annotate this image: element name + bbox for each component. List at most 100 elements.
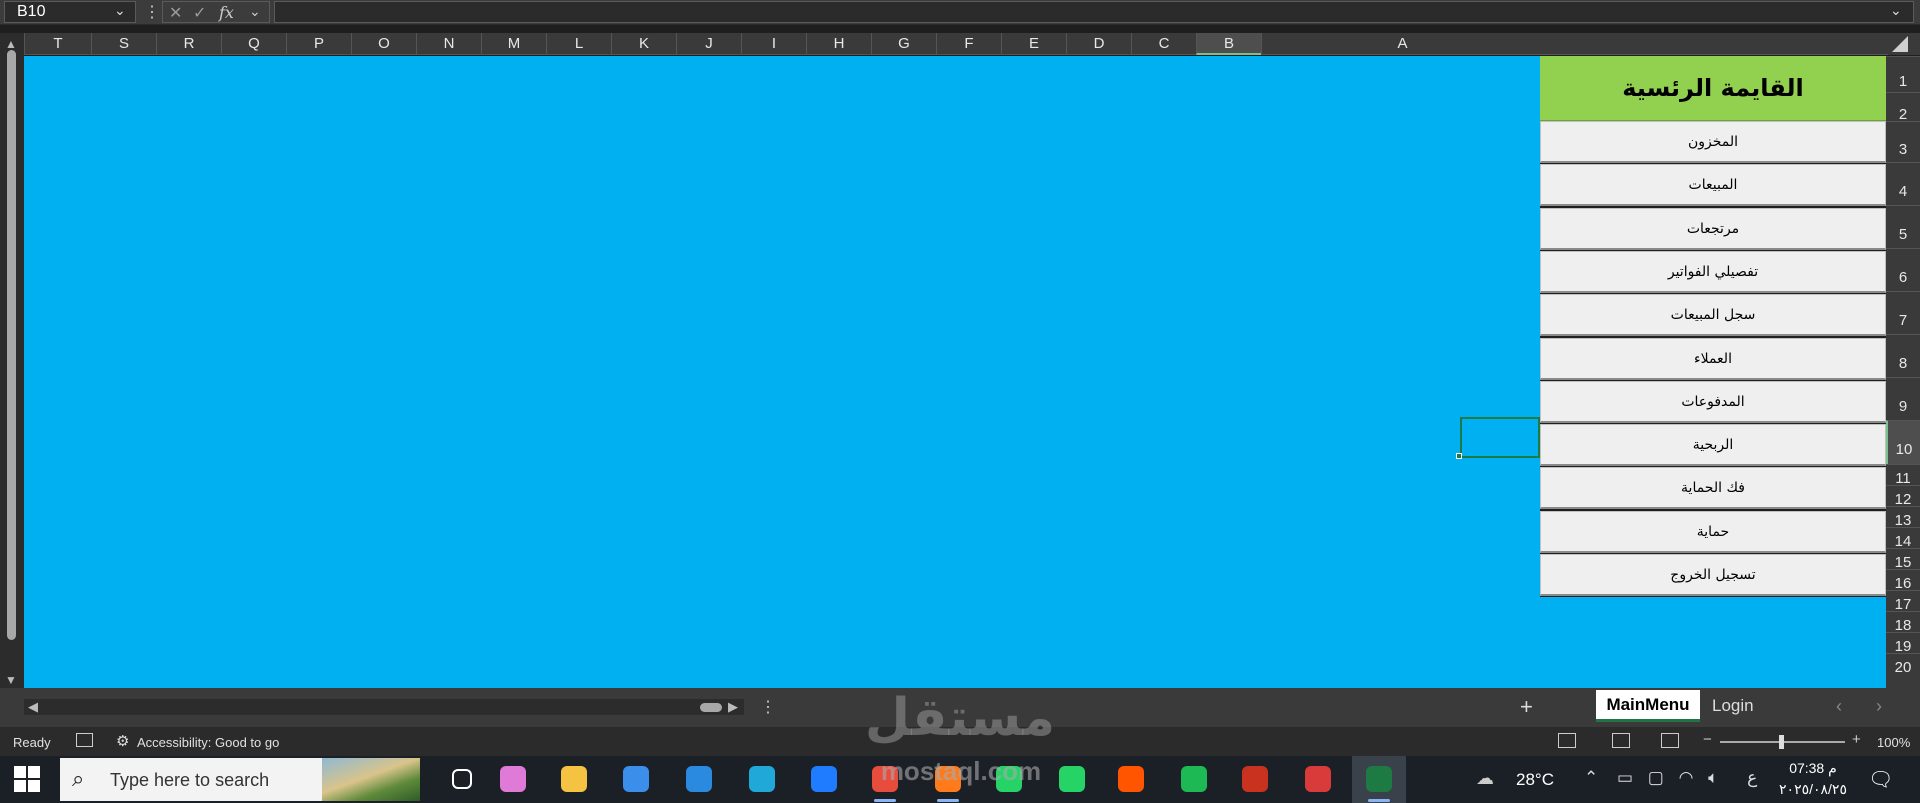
accessibility-status[interactable]: Accessibility: Good to go [137, 735, 279, 750]
row-header-12[interactable]: 12 [1886, 485, 1920, 508]
row-header-6[interactable]: 6 [1886, 248, 1920, 291]
clock-date[interactable]: ٢٠٢٥/٠٨/٢٥ [1768, 781, 1858, 798]
row-header-20[interactable]: 20 [1886, 653, 1920, 676]
system-tray[interactable]: ⌃ ▭ ▢ ◠ 🔈︎ ع [1584, 768, 1757, 788]
sheet-grid[interactable] [24, 56, 1540, 688]
column-header-o[interactable]: O [351, 33, 416, 55]
column-header-p[interactable]: P [286, 33, 351, 55]
excel-icon[interactable] [1366, 766, 1392, 792]
meet-icon[interactable]: ▭ [1617, 768, 1633, 787]
menu-button-9[interactable]: فك الحماية [1540, 467, 1886, 509]
weather-icon[interactable]: ☁ [1476, 768, 1494, 789]
edge-icon[interactable] [749, 766, 775, 792]
page-layout-view-icon[interactable] [1612, 733, 1630, 748]
mail-icon[interactable] [686, 766, 712, 792]
battery-icon[interactable]: ▢ [1648, 768, 1664, 787]
scroll-right-icon[interactable]: ▶ [728, 699, 738, 715]
snipping-tool-icon[interactable] [1305, 766, 1331, 792]
scroll-left-icon[interactable]: ◀ [28, 699, 38, 715]
menu-button-6[interactable]: العملاء [1540, 338, 1886, 380]
chevron-down-icon[interactable]: ⌄ [249, 3, 261, 20]
fill-handle[interactable] [1456, 453, 1462, 459]
formula-input[interactable] [274, 1, 1914, 23]
cancel-icon[interactable]: ✕ [169, 3, 182, 23]
row-header-11[interactable]: 11 [1886, 464, 1920, 487]
chevron-right-icon[interactable]: › [1876, 696, 1882, 717]
row-header-14[interactable]: 14 [1886, 527, 1920, 550]
chevron-left-icon[interactable]: ‹ [1836, 696, 1842, 717]
tab-mainmenu[interactable]: MainMenu [1596, 690, 1700, 722]
clock-time[interactable]: 07:38 م [1778, 760, 1848, 777]
row-header-9[interactable]: 9 [1886, 377, 1920, 420]
column-header-q[interactable]: Q [221, 33, 286, 55]
enter-icon[interactable]: ✓ [193, 3, 206, 23]
volume-icon[interactable]: 🔈︎ [1708, 768, 1718, 787]
menu-button-4[interactable]: تفصيلي الفواتير [1540, 251, 1886, 293]
zoom-slider-handle[interactable] [1779, 735, 1784, 749]
zoom-in-button[interactable]: + [1852, 731, 1861, 748]
row-header-13[interactable]: 13 [1886, 506, 1920, 529]
menu-button-2[interactable]: المبيعات [1540, 164, 1886, 206]
microsoft-store-icon[interactable] [623, 766, 649, 792]
column-header-l[interactable]: L [546, 33, 611, 55]
selected-cell[interactable] [1460, 417, 1540, 458]
accessibility-icon[interactable]: ⚙ [116, 732, 129, 750]
row-header-15[interactable]: 15 [1886, 548, 1920, 571]
scroll-down-icon[interactable]: ▼ [5, 673, 17, 687]
column-header-r[interactable]: R [156, 33, 221, 55]
column-header-a[interactable]: A [1261, 33, 1543, 55]
menu-button-1[interactable]: المخزون [1540, 121, 1886, 163]
tab-login[interactable]: Login [1712, 696, 1754, 716]
column-header-j[interactable]: J [676, 33, 741, 55]
row-header-17[interactable]: 17 [1886, 590, 1920, 613]
input-language[interactable]: ع [1747, 768, 1757, 787]
messenger-icon[interactable] [811, 766, 837, 792]
copilot-icon[interactable] [500, 766, 526, 792]
column-header-k[interactable]: K [611, 33, 676, 55]
menu-button-8[interactable]: الربحية [1540, 424, 1886, 466]
column-header-b[interactable]: B [1196, 33, 1261, 55]
column-header-d[interactable]: D [1066, 33, 1131, 55]
zoom-out-button[interactable]: − [1703, 731, 1712, 748]
expand-formula-icon[interactable]: ⌄ [1890, 2, 1902, 19]
normal-view-icon[interactable] [1558, 733, 1576, 748]
soundcloud-icon[interactable] [1118, 766, 1144, 792]
game-icon[interactable] [1242, 766, 1268, 792]
column-header-m[interactable]: M [481, 33, 546, 55]
windows-start-icon[interactable] [14, 766, 40, 792]
column-header-n[interactable]: N [416, 33, 481, 55]
row-header-4[interactable]: 4 [1886, 162, 1920, 205]
page-break-view-icon[interactable] [1661, 733, 1679, 748]
chevron-down-icon[interactable]: ⌄ [114, 2, 126, 19]
wifi-icon[interactable]: ◠ [1679, 768, 1694, 787]
notification-icon[interactable]: 🗨︎ [1868, 767, 1893, 792]
horizontal-scrollbar[interactable] [24, 699, 744, 715]
weather-temperature[interactable]: 28°C [1516, 770, 1554, 790]
menu-button-5[interactable]: سجل المبيعات [1540, 294, 1886, 336]
add-sheet-button[interactable]: + [1520, 694, 1533, 720]
chevron-up-icon[interactable]: ⌃ [1584, 768, 1598, 787]
vertical-scroll-thumb[interactable] [7, 50, 16, 640]
column-header-g[interactable]: G [871, 33, 936, 55]
task-view-icon[interactable] [452, 769, 472, 789]
menu-button-11[interactable]: تسجيل الخروج [1540, 554, 1886, 596]
spotify-icon[interactable] [1181, 766, 1207, 792]
column-header-i[interactable]: I [741, 33, 806, 55]
column-header-s[interactable]: S [91, 33, 156, 55]
column-header-c[interactable]: C [1131, 33, 1196, 55]
column-header-f[interactable]: F [936, 33, 1001, 55]
column-header-h[interactable]: H [806, 33, 871, 55]
column-header-t[interactable]: T [24, 33, 91, 55]
row-header-10[interactable]: 10 [1886, 420, 1920, 464]
row-header-19[interactable]: 19 [1886, 632, 1920, 655]
column-header-e[interactable]: E [1001, 33, 1066, 55]
more-options-icon[interactable]: ⋮ [144, 2, 160, 22]
menu-button-10[interactable]: حماية [1540, 511, 1886, 553]
file-explorer-icon[interactable] [561, 766, 587, 792]
menu-button-3[interactable]: مرتجعات [1540, 208, 1886, 250]
row-header-18[interactable]: 18 [1886, 611, 1920, 634]
row-header-1[interactable]: 1 [1886, 56, 1920, 92]
horizontal-scroll-thumb[interactable] [700, 703, 722, 712]
row-header-3[interactable]: 3 [1886, 121, 1920, 162]
macro-record-icon[interactable] [76, 733, 93, 747]
